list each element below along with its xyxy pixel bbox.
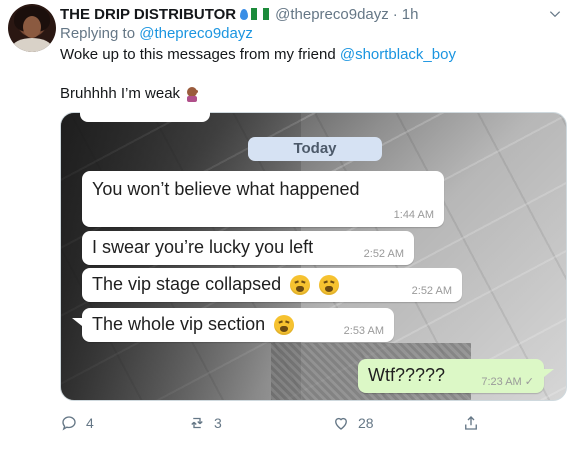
retweet-icon[interactable] bbox=[188, 414, 206, 432]
tweet-text-line1: Woke up to this messages from my friend … bbox=[60, 46, 456, 63]
share-icon[interactable] bbox=[462, 414, 480, 432]
heart-icon[interactable] bbox=[332, 414, 350, 432]
sent-message-time: 7:23 AM bbox=[481, 376, 522, 388]
separator-dot: · bbox=[392, 5, 398, 23]
message-time: 2:52 AM bbox=[411, 285, 452, 297]
tweet-time[interactable]: 1h bbox=[402, 6, 419, 23]
like-count: 28 bbox=[358, 415, 374, 431]
sent-message-meta: 7:23 AM ✓ bbox=[481, 375, 534, 388]
message-bubble: The whole vip section 2:53 AM bbox=[82, 308, 394, 342]
retweet-count: 3 bbox=[214, 415, 222, 431]
reply-mention-link[interactable]: @thepreco9dayz bbox=[139, 25, 253, 42]
author-name[interactable]: THE DRIP DISTRIBUTOR bbox=[60, 6, 236, 23]
replying-to-line: Replying to @thepreco9dayz bbox=[60, 25, 253, 42]
reply-action[interactable]: 4 bbox=[60, 414, 94, 432]
previous-message-bubble-edge bbox=[80, 112, 210, 122]
message-bubble: The vip stage collapsed 2:52 AM bbox=[82, 268, 462, 302]
avatar-body bbox=[12, 38, 52, 52]
message-text: The whole vip section bbox=[92, 314, 295, 336]
mention-link[interactable]: @shortblack_boy bbox=[340, 46, 456, 63]
avatar-face bbox=[23, 16, 41, 38]
tweet-actions: 4 3 28 bbox=[60, 414, 560, 434]
like-action[interactable]: 28 bbox=[332, 414, 374, 432]
message-text-content: The whole vip section bbox=[92, 314, 266, 334]
reply-count: 4 bbox=[86, 415, 94, 431]
author-avatar[interactable] bbox=[8, 4, 56, 52]
message-time: 1:44 AM bbox=[393, 209, 434, 221]
message-text: I swear you’re lucky you left bbox=[92, 237, 314, 257]
message-text: The vip stage collapsed bbox=[92, 274, 340, 296]
outgoing-bubble-tail bbox=[544, 369, 554, 377]
message-time: 2:52 AM bbox=[363, 248, 404, 260]
date-chip: Today bbox=[248, 137, 382, 161]
nigeria-flag-icon bbox=[251, 8, 270, 20]
share-action[interactable] bbox=[462, 414, 480, 432]
retweet-action[interactable]: 3 bbox=[188, 414, 222, 432]
tweet-header: THE DRIP DISTRIBUTOR @thepreco9dayz · 1h bbox=[60, 4, 562, 24]
sent-message-bubble: Wtf????? 7:23 AM ✓ bbox=[358, 359, 544, 393]
message-text: You won’t believe what happened bbox=[92, 179, 360, 199]
weary-face-emoji-icon bbox=[290, 275, 311, 296]
message-bubble: You won’t believe what happened 1:44 AM bbox=[82, 171, 444, 227]
message-text-content: The vip stage collapsed bbox=[92, 274, 282, 294]
tweet-text-line2: Bruhhhh I’m weak bbox=[60, 85, 200, 102]
chevron-down-icon[interactable] bbox=[548, 7, 562, 21]
author-handle[interactable]: @thepreco9dayz bbox=[275, 6, 389, 23]
incoming-bubble-tail bbox=[72, 318, 82, 326]
reply-icon[interactable] bbox=[60, 414, 78, 432]
double-check-icon: ✓ bbox=[524, 376, 534, 388]
tweet-text-weak: Bruhhhh I’m weak bbox=[60, 85, 181, 102]
sent-message-text: Wtf????? bbox=[368, 365, 446, 385]
tweet-text-prefix: Woke up to this messages from my friend bbox=[60, 46, 336, 63]
replying-label: Replying to bbox=[60, 25, 136, 42]
facepalm-emoji-icon bbox=[187, 86, 199, 102]
weary-face-emoji-icon bbox=[274, 315, 295, 336]
message-bubble: I swear you’re lucky you left 2:52 AM bbox=[82, 231, 414, 265]
weary-face-emoji-icon bbox=[319, 275, 340, 296]
droplet-icon bbox=[240, 8, 249, 20]
message-time: 2:53 AM bbox=[343, 325, 384, 337]
